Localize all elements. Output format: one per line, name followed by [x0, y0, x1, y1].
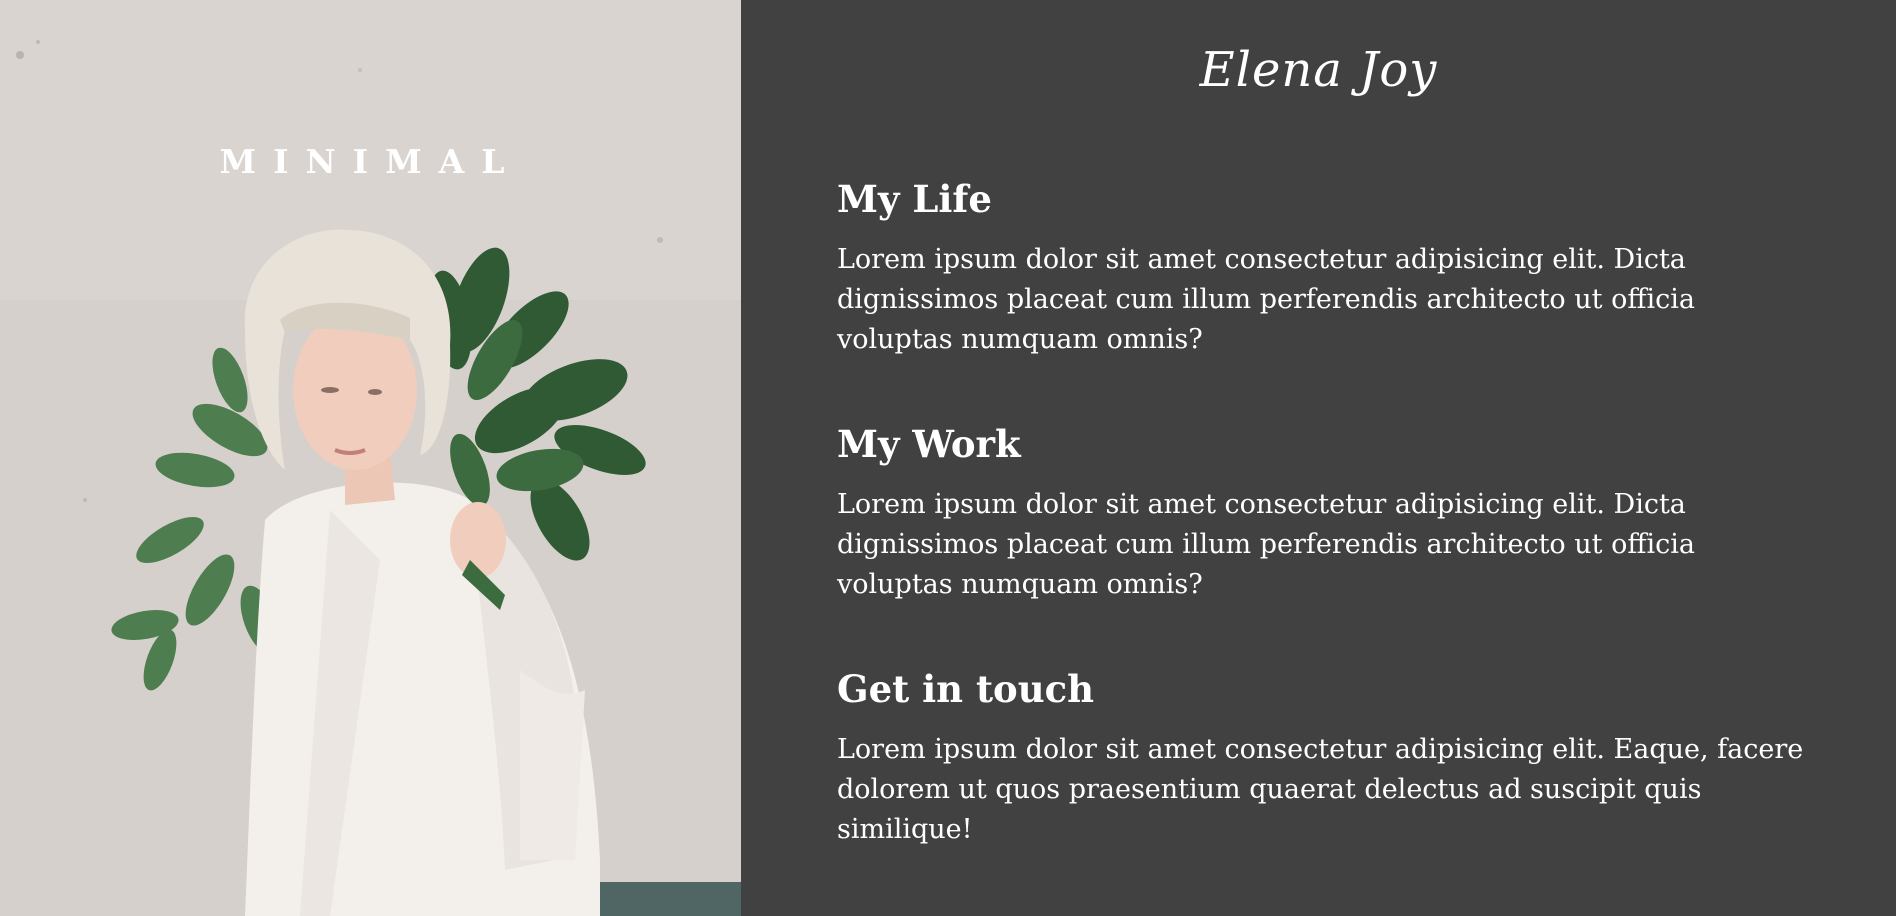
brand-logo[interactable]: Elena Joy [741, 42, 1896, 98]
section-body: Lorem ipsum dolor sit amet consectetur a… [837, 244, 1696, 355]
section-body: Lorem ipsum dolor sit amet consectetur a… [837, 734, 1804, 845]
content-panel: Elena Joy My Life Lorem ipsum dolor sit … [741, 0, 1896, 916]
section-heading: My Work [837, 422, 1021, 466]
section-heading: My Life [837, 177, 992, 221]
hero-title: MINIMAL [219, 142, 522, 181]
content-sections: My Life Lorem ipsum dolor sit amet conse… [837, 175, 1837, 910]
hero-panel: MINIMAL [0, 0, 741, 916]
woman-with-leaves-photo [0, 0, 741, 916]
page: MINIMAL Elena Joy My Life Lorem ipsum do… [0, 0, 1896, 916]
section-heading: Get in touch [837, 667, 1095, 711]
section-get-in-touch: Get in touch Lorem ipsum dolor sit amet … [837, 665, 1837, 850]
section-my-work: My Work Lorem ipsum dolor sit amet conse… [837, 420, 1837, 605]
section-body: Lorem ipsum dolor sit amet consectetur a… [837, 489, 1696, 600]
section-my-life: My Life Lorem ipsum dolor sit amet conse… [837, 175, 1837, 360]
